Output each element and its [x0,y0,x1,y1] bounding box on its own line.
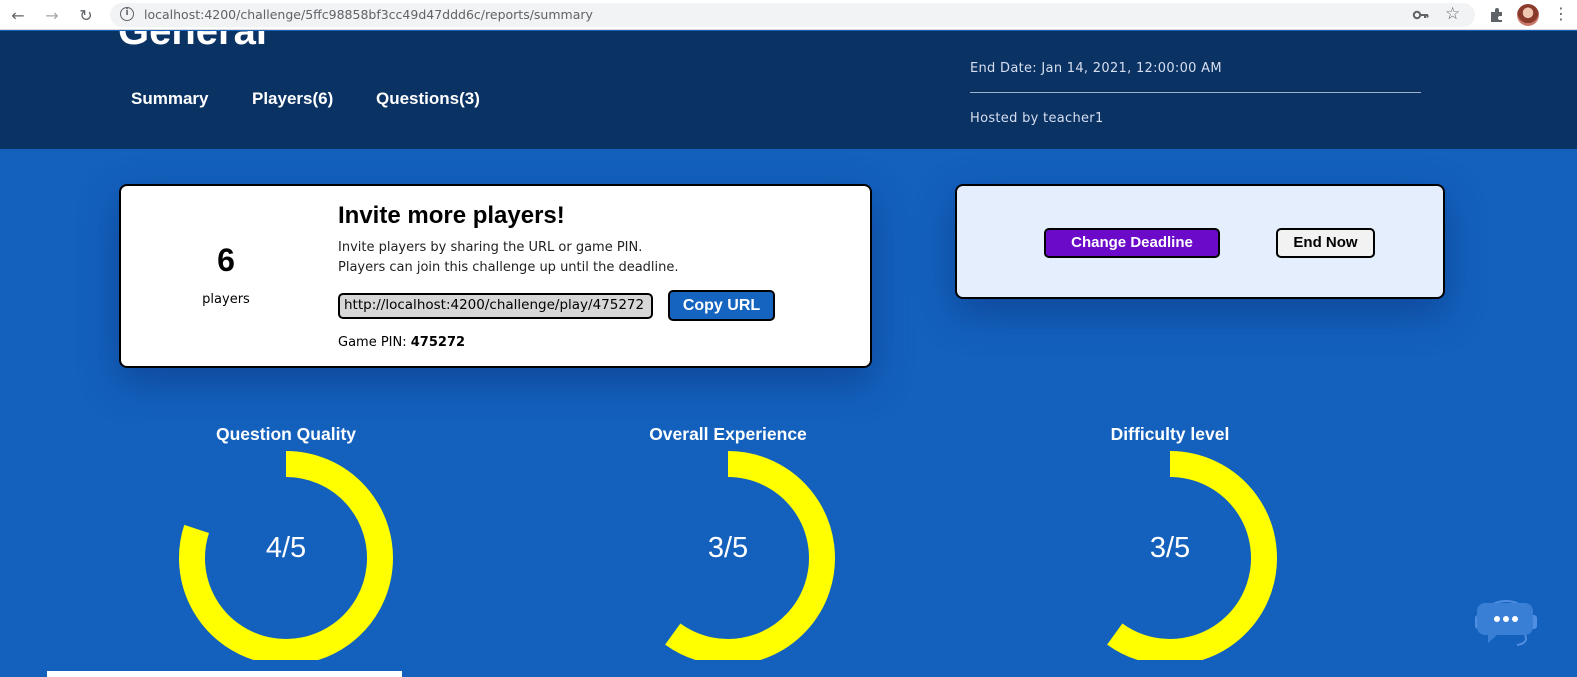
end-now-button[interactable]: End Now [1276,228,1375,258]
bookmark-star-icon[interactable]: ☆ [1445,4,1460,24]
tab-questions[interactable]: Questions(3) [376,89,480,109]
rating-difficulty-level: Difficulty level 3/5 [1050,420,1290,670]
invite-desc-line1: Invite players by sharing the URL or gam… [338,240,643,255]
more-menu-icon[interactable]: ⋮ [1553,4,1569,23]
invite-description: Invite players by sharing the URL or gam… [338,238,679,278]
hosted-by: Hosted by teacher1 [970,111,1104,126]
invite-desc-line2: Players can join this challenge up until… [338,260,679,275]
forward-arrow-icon[interactable]: → [42,5,62,25]
tab-players[interactable]: Players(6) [252,89,333,109]
address-url[interactable]: localhost:4200/challenge/5ffc98858bf3cc4… [144,7,593,22]
end-date: End Date: Jan 14, 2021, 12:00:00 AM [970,61,1222,76]
rating-title: Overall Experience [649,424,807,444]
key-icon[interactable] [1412,6,1430,24]
player-count-label: players [202,292,250,307]
game-pin-label: Game PIN: [338,335,407,350]
game-pin: Game PIN: 475272 [338,335,465,350]
page-title: General [118,31,267,53]
player-count: 6 [217,242,235,278]
challenge-actions-card: Change Deadline End Now [955,184,1445,299]
rating-overall-experience: Overall Experience 3/5 [608,420,848,670]
chatbot-icon[interactable] [1473,597,1539,649]
invite-title: Invite more players! [338,202,565,229]
address-bar[interactable]: i localhost:4200/challenge/5ffc98858bf3c… [110,3,1475,27]
change-deadline-button[interactable]: Change Deadline [1044,228,1220,258]
rating-title: Difficulty level [1110,424,1230,444]
game-pin-value: 475272 [410,335,466,350]
browser-toolbar: ← → ↻ i localhost:4200/challenge/5ffc988… [0,0,1577,30]
info-icon[interactable]: i [120,7,134,21]
challenge-url-field[interactable]: http://localhost:4200/challenge/play/475… [338,293,653,319]
extensions-puzzle-icon[interactable] [1488,6,1506,24]
bottom-strip [47,671,402,677]
reload-icon[interactable]: ↻ [76,5,96,25]
divider [970,92,1421,93]
rating-value: 4/5 [265,532,307,564]
tab-summary[interactable]: Summary [131,89,208,109]
profile-avatar[interactable] [1517,4,1539,26]
rating-title: Question Quality [215,424,357,444]
rating-value: 3/5 [707,532,749,564]
rating-value: 3/5 [1149,532,1191,564]
invite-card: 6 players Invite more players! Invite pl… [119,184,872,368]
back-arrow-icon[interactable]: ← [8,5,28,25]
report-header: General Summary Players(6) Questions(3) … [0,31,1577,149]
rating-question-quality: Question Quality 4/5 [166,420,406,670]
copy-url-button[interactable]: Copy URL [668,290,775,321]
